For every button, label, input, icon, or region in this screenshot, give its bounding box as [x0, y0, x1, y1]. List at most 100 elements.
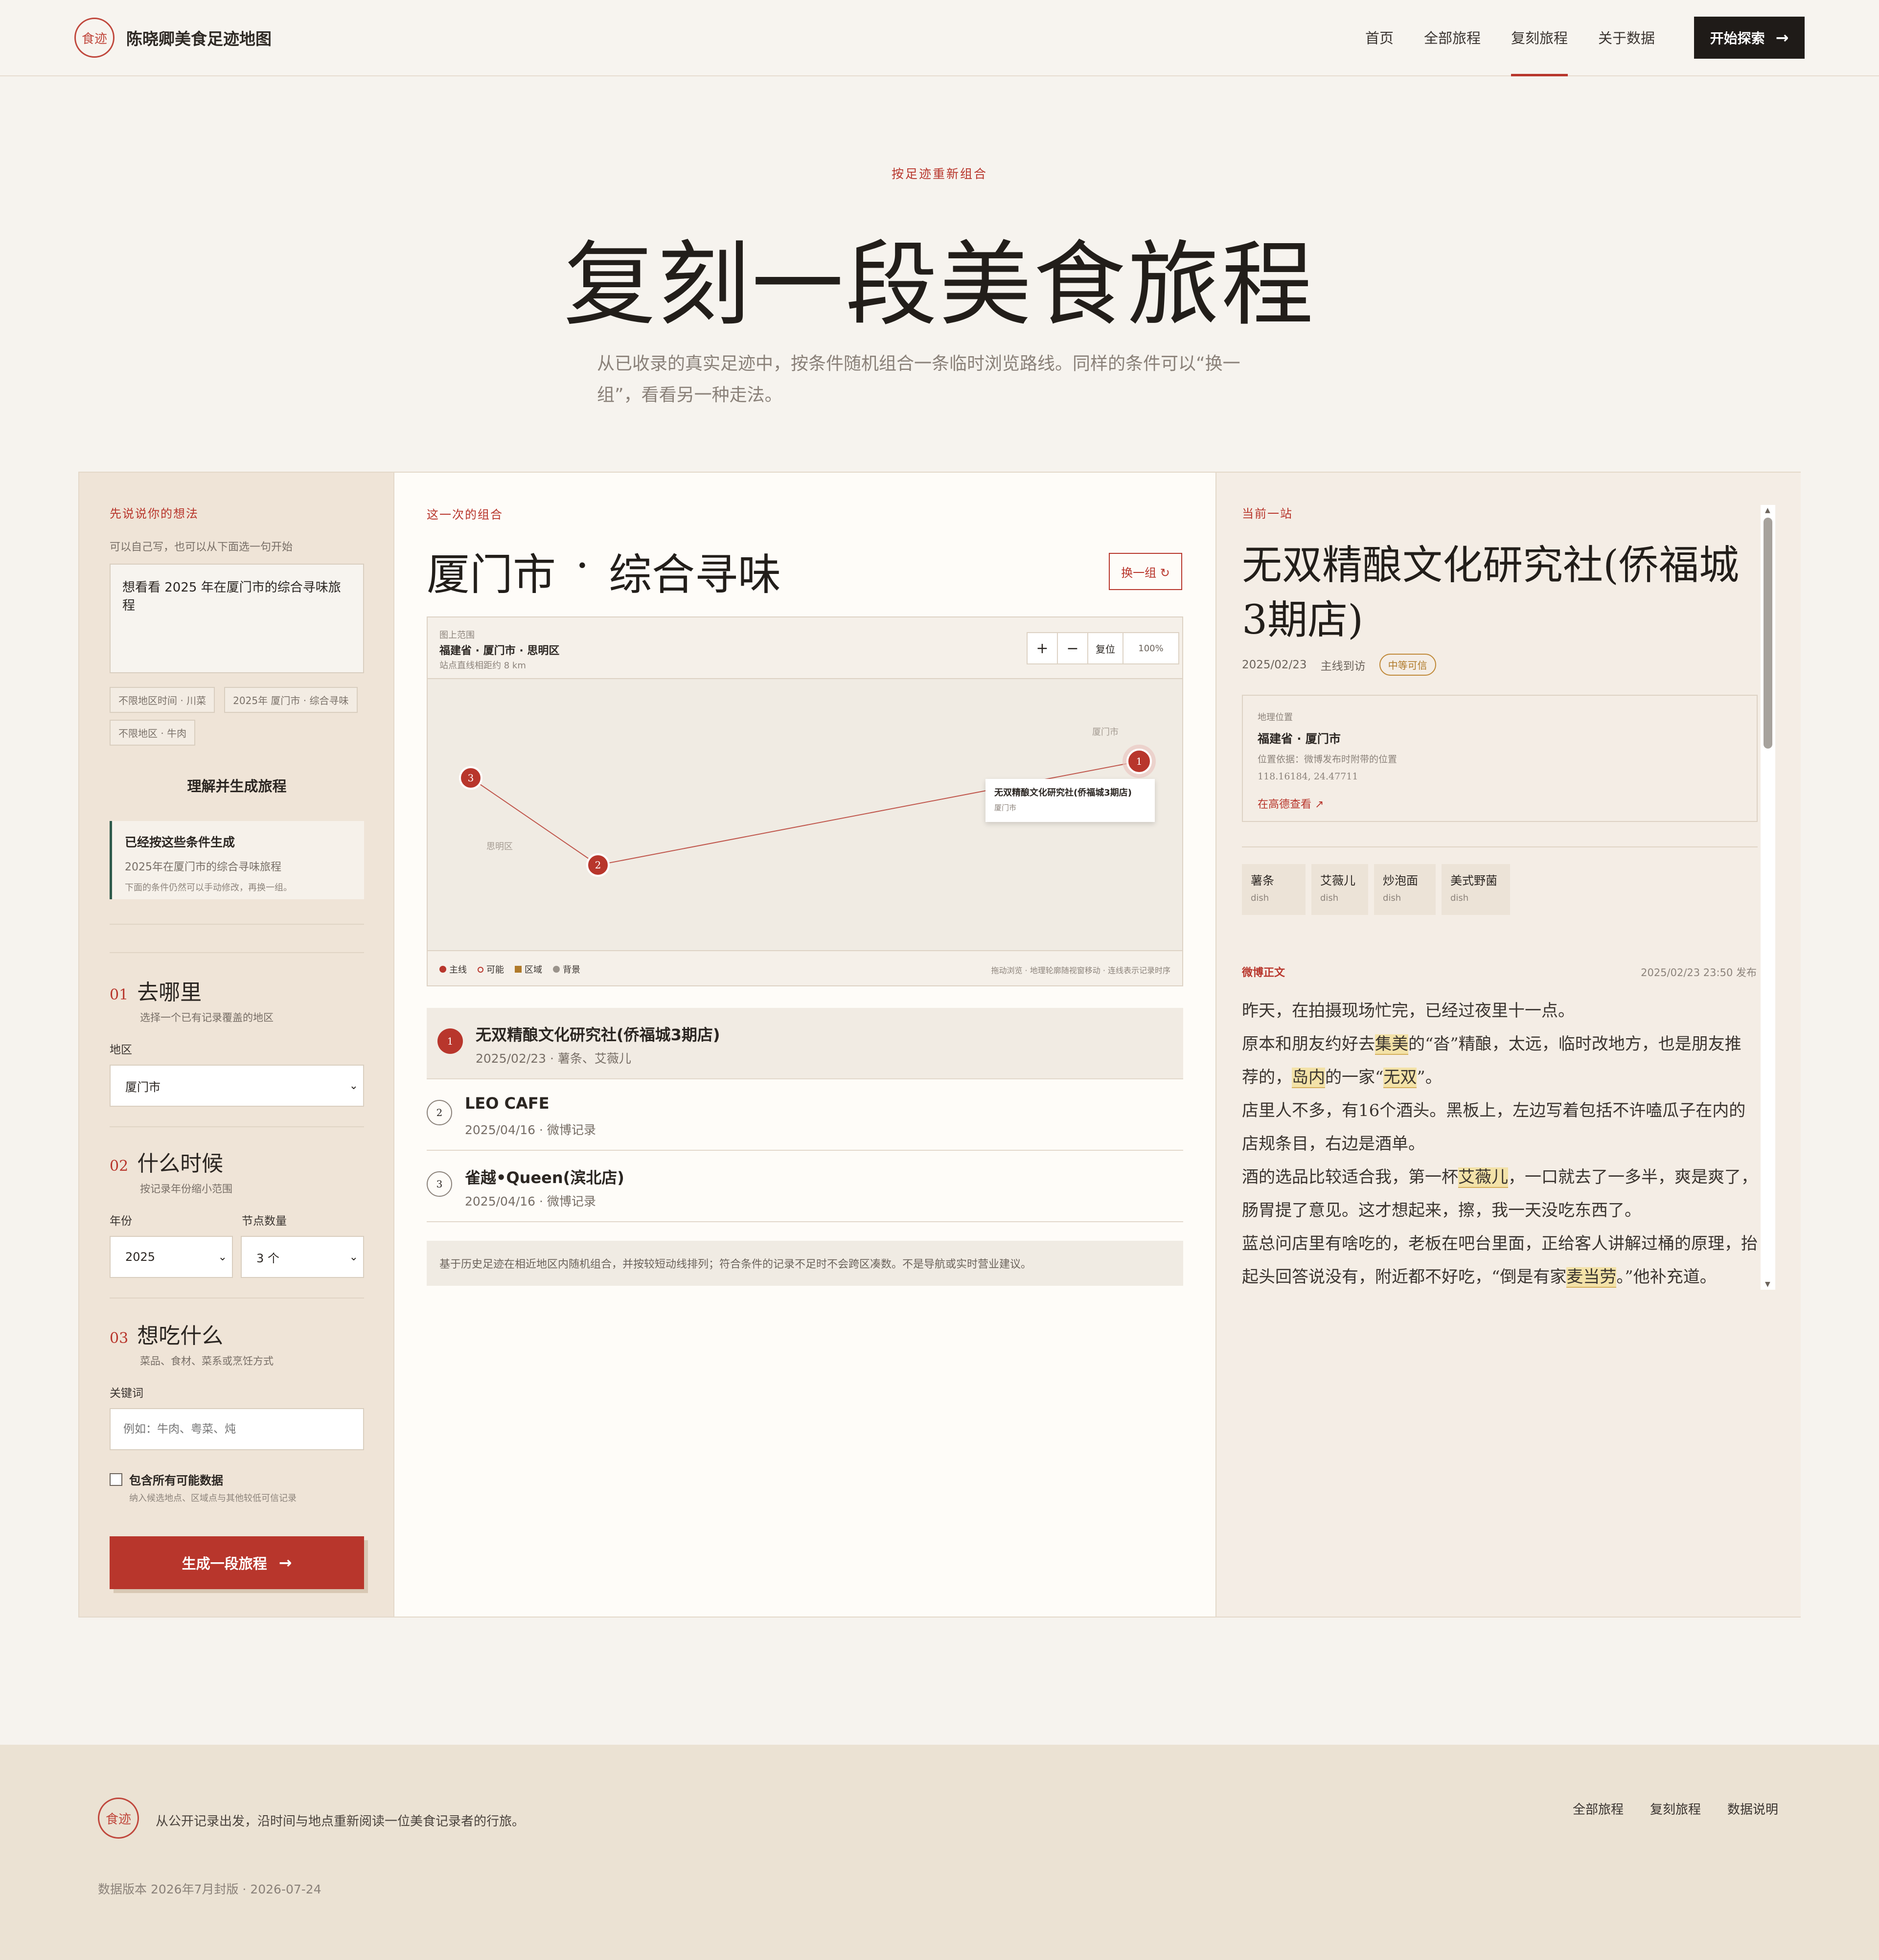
count-value: 3 个: [256, 1251, 279, 1265]
map-scope-label: 图上范围: [439, 630, 475, 640]
stop-date: 2025/02/23: [1242, 658, 1307, 671]
prompt-chip[interactable]: 不限地区时间 · 川菜: [110, 687, 215, 713]
geo-place: 福建省 · 厦门市: [1258, 732, 1341, 746]
divider: [110, 924, 364, 925]
shuffle-button[interactable]: 换一组 ↻: [1109, 553, 1182, 590]
prompt-textarea[interactable]: 想看看 2025 年在厦门市的综合寻味旅程: [110, 564, 364, 673]
stop-name: LEO CAFE: [465, 1094, 550, 1113]
step-hint: 选择一个已有记录覆盖的地区: [140, 1012, 274, 1024]
nav-link-about-data[interactable]: 关于数据: [1598, 0, 1655, 76]
stop-row-active[interactable]: 1 无双精酿文化研究社(侨福城3期店) 2025/02/23 · 薯条、艾薇儿: [427, 1008, 1183, 1079]
brand[interactable]: 食迹 陈晓卿美食足迹地图: [74, 18, 272, 58]
prompt-chip[interactable]: 2025年 厦门市 · 综合寻味: [224, 687, 358, 713]
result-label: 这一次的组合: [427, 508, 503, 522]
tooltip-title: 无双精酿文化研究社(侨福城3期店): [994, 788, 1132, 798]
highlight-keyword[interactable]: 岛内: [1292, 1068, 1325, 1088]
chevron-down-icon: ⌄: [349, 1251, 358, 1263]
divider: [110, 1126, 364, 1127]
step-number: 01: [110, 986, 129, 1003]
count-select[interactable]: 3 个 ⌄: [241, 1236, 364, 1278]
step-number: 03: [110, 1330, 129, 1347]
checkbox-label: 包含所有可能数据: [129, 1474, 223, 1487]
scroll-down-icon[interactable]: ▼: [1765, 1281, 1770, 1288]
region-label: 地区: [110, 1044, 132, 1056]
footer-links: 全部旅程 复刻旅程 数据说明: [1573, 1800, 1778, 1818]
pin-number: 2: [595, 859, 601, 871]
dish-tags: 薯条 dish 艾薇儿 dish 炒泡面 dish 美式野菌 dish: [1242, 864, 1516, 915]
step-title: 什么时候: [137, 1151, 224, 1176]
nav-link-replicate[interactable]: 复刻旅程: [1511, 0, 1568, 76]
map-area-label: 思明区: [486, 842, 513, 852]
highlight-keyword[interactable]: 无双: [1383, 1068, 1417, 1088]
generate-journey-button[interactable]: 生成一段旅程 →: [110, 1536, 364, 1589]
stop-row[interactable]: 2 LEO CAFE 2025/04/16 · 微博记录: [427, 1079, 1183, 1151]
highlight-keyword[interactable]: 艾薇儿: [1458, 1167, 1508, 1188]
chevron-down-icon: ⌄: [218, 1251, 227, 1263]
divider: [110, 1298, 364, 1299]
keyword-input[interactable]: [110, 1408, 364, 1450]
sidebar-label: 先说说你的想法: [110, 507, 199, 521]
geo-coordinates: 118.16184, 24.47711: [1258, 771, 1358, 782]
notice-line: 2025年在厦门市的综合寻味旅程: [125, 861, 281, 873]
weibo-label: 微博正文: [1242, 967, 1285, 979]
legend-main: 主线: [439, 963, 467, 976]
dish-tag[interactable]: 艾薇儿 dish: [1311, 864, 1368, 915]
reset-view-button[interactable]: 复位: [1088, 633, 1123, 663]
nav-link-home[interactable]: 首页: [1365, 0, 1394, 76]
journey-result: 这一次的组合 厦门市 · 综合寻味 换一组 ↻ 图上范围 福建省 · 厦门市 ·…: [394, 473, 1215, 1617]
weibo-paragraph: 原本和朋友约好去集美的“沓”精酿，太远，临时改地方，也是朋友推荐的，岛内的一家“…: [1242, 1034, 1742, 1088]
year-label: 年份: [110, 1215, 132, 1228]
year-select[interactable]: 2025 ⌄: [110, 1236, 233, 1278]
amap-link[interactable]: 在高德查看 ↗: [1258, 796, 1742, 811]
notice-hint: 下面的条件仍然可以手动修改，再换一组。: [125, 883, 292, 893]
result-theme: 综合寻味: [609, 549, 781, 600]
footer-link-replicate[interactable]: 复刻旅程: [1650, 1800, 1701, 1818]
brand-name: 陈晓卿美食足迹地图: [126, 29, 272, 48]
footer-link-all-journeys[interactable]: 全部旅程: [1573, 1800, 1624, 1818]
dish-tag[interactable]: 薯条 dish: [1242, 864, 1306, 915]
zoom-out-button[interactable]: −: [1058, 633, 1088, 663]
scroll-up-icon[interactable]: ▲: [1765, 507, 1770, 514]
route-map[interactable]: 图上范围 福建省 · 厦门市 · 思明区 站点直线相距约 8 km + − 复位…: [427, 616, 1183, 986]
nav-link-all-journeys[interactable]: 全部旅程: [1424, 0, 1481, 76]
scrollbar-thumb[interactable]: [1764, 518, 1772, 749]
stop-number: 1: [437, 1028, 463, 1054]
stop-title: 无双精酿文化研究社(侨福城3期店): [1242, 542, 1739, 643]
dish-tag[interactable]: 美式野菌 dish: [1442, 864, 1510, 915]
prompt-chip[interactable]: 不限地区 · 牛肉: [110, 720, 196, 746]
notice-title: 已经按这些条件生成: [125, 835, 235, 849]
legend-background: 背景: [553, 963, 580, 976]
region-select[interactable]: 厦门市 ⌄: [110, 1065, 364, 1107]
geo-label: 地理位置: [1258, 712, 1293, 723]
stop-row[interactable]: 3 雀越•Queen(滨北店) 2025/04/16 · 微博记录: [427, 1151, 1183, 1222]
zoom-in-button[interactable]: +: [1028, 633, 1058, 663]
pin-number: 3: [468, 772, 474, 784]
geo-card: 地理位置 福建省 · 厦门市 位置依据：微博发布时附带的位置 118.16184…: [1242, 695, 1758, 822]
hero-eyebrow: 按足迹重新组合: [891, 167, 987, 181]
dish-tag[interactable]: 炒泡面 dish: [1374, 864, 1436, 915]
include-all-checkbox[interactable]: [110, 1473, 122, 1486]
include-all-checkbox-row[interactable]: 包含所有可能数据: [110, 1471, 223, 1488]
divider: [1242, 846, 1758, 847]
nav-links: 首页 全部旅程 复刻旅程 关于数据: [1365, 0, 1655, 76]
stop-meta: 2025/04/16 · 微博记录: [465, 1194, 596, 1208]
start-explore-button[interactable]: 开始探索 →: [1694, 17, 1805, 59]
footer-link-data-notes[interactable]: 数据说明: [1727, 1800, 1778, 1818]
result-city: 厦门市: [427, 549, 556, 600]
map-header: 图上范围 福建省 · 厦门市 · 思明区 站点直线相距约 8 km + − 复位…: [428, 617, 1182, 679]
highlight-keyword[interactable]: 集美: [1375, 1034, 1408, 1055]
parse-generate-button[interactable]: 理解并生成旅程: [110, 775, 364, 796]
footer-tagline: 从公开记录出发，沿时间与地点重新阅读一位美食记录者的行旅。: [156, 1814, 525, 1829]
weibo-time: 2025/02/23 23:50 发布: [1641, 967, 1757, 979]
weibo-text: 昨天，在拍摄现场忙完，已经过夜里十一点。 原本和朋友约好去集美的“沓”精酿，太远…: [1242, 994, 1758, 1294]
generated-notice: 已经按这些条件生成 2025年在厦门市的综合寻味旅程 下面的条件仍然可以手动修改…: [110, 821, 364, 899]
keyword-label: 关键词: [110, 1387, 143, 1400]
weibo-paragraph: 店里人不多，有16个酒头。黑板上，左边写着包括不许嗑瓜子在内的店规条目，右边是酒…: [1242, 1101, 1746, 1154]
detail-scrollbar[interactable]: ▲ ▼: [1761, 505, 1775, 1290]
map-zoom-controls: + − 复位 100%: [1027, 632, 1179, 664]
route-line: [470, 777, 598, 866]
step-what: 03 想吃什么: [110, 1318, 223, 1349]
map-hint: 拖动浏览 · 地理轮廓随视窗移动 · 连线表示记录时序: [991, 966, 1170, 975]
highlight-keyword[interactable]: 麦当劳: [1566, 1267, 1617, 1288]
region-value: 厦门市: [125, 1080, 160, 1094]
